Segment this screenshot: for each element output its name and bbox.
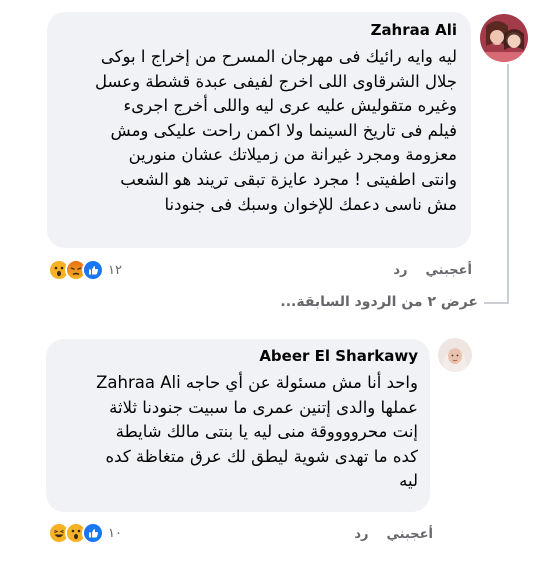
avatar-abeer[interactable] xyxy=(438,338,472,372)
like-icon xyxy=(82,522,104,544)
comment-actions: أعجبني رد xyxy=(354,527,433,542)
comment-text: ليه وايه رائيك فى مهرجان المسرح من إخراج… xyxy=(95,47,457,214)
thread-line xyxy=(507,64,509,304)
like-link[interactable]: أعجبني xyxy=(387,527,433,542)
reply-link[interactable]: رد xyxy=(393,263,407,278)
reply-link[interactable]: رد xyxy=(354,527,368,542)
reaction-count: ١٠ xyxy=(108,525,122,541)
reaction-count: ١٢ xyxy=(108,262,122,278)
comment-author[interactable]: Zahraa Ali xyxy=(57,21,457,39)
comment-bubble-abeer: Abeer El Sharkawy واحد أنا مش مسئولة عن … xyxy=(46,339,430,512)
comment-bubble-zahraa: Zahraa Ali ليه وايه رائيك فى مهرجان المس… xyxy=(47,12,471,248)
view-previous-replies[interactable]: عرض ٢ من الردود السابقة... xyxy=(280,294,478,310)
thread-branch xyxy=(484,302,509,304)
reactions-summary[interactable]: ١٠ xyxy=(48,522,122,544)
comment-text: واحد أنا مش مسئولة عن أي حاجه Zahraa Ali… xyxy=(96,373,418,491)
reactions-summary[interactable]: ١٢ xyxy=(48,259,122,281)
comment-actions: أعجبني رد xyxy=(393,263,472,278)
comment-author[interactable]: Abeer El Sharkawy xyxy=(56,347,418,365)
avatar-zahraa[interactable] xyxy=(480,14,528,62)
like-link[interactable]: أعجبني xyxy=(426,263,472,278)
like-icon xyxy=(82,259,104,281)
